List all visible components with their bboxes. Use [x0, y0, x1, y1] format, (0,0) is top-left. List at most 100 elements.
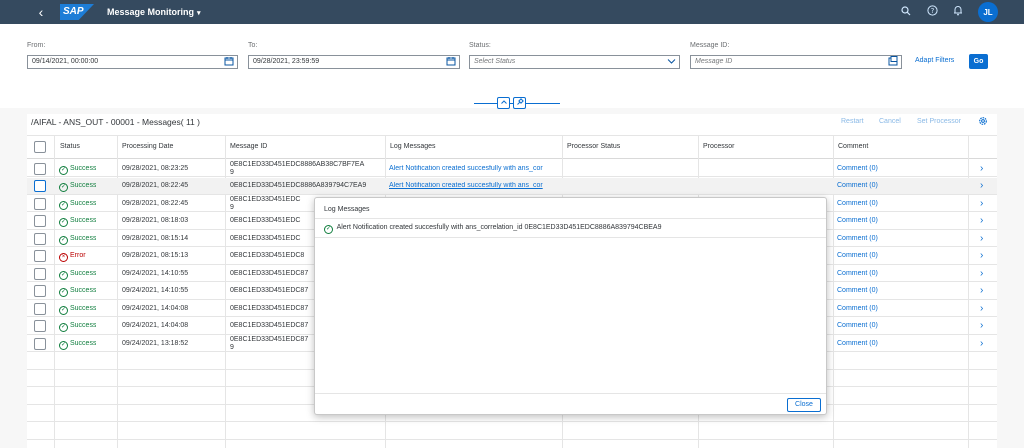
collapse-header-button[interactable]	[497, 97, 510, 109]
chevron-right-icon[interactable]: ›	[980, 234, 983, 244]
chevron-up-icon	[500, 100, 507, 104]
row-checkbox[interactable]	[34, 233, 46, 245]
row-checkbox[interactable]	[34, 163, 46, 175]
gear-icon[interactable]	[978, 116, 988, 129]
message-id-cell: 0E8C1ED33D451EDC	[230, 235, 301, 242]
comment-link[interactable]: Comment (0)	[837, 252, 878, 260]
value-help-icon[interactable]	[888, 56, 898, 70]
to-date-value: 09/28/2021, 23:59:59	[253, 58, 320, 65]
status-text: Success	[70, 270, 97, 277]
close-button[interactable]: Close	[787, 398, 821, 412]
status-text: Success	[70, 305, 97, 312]
comment-link[interactable]: Comment (0)	[837, 270, 878, 278]
pin-header-button[interactable]	[513, 97, 526, 109]
status-placeholder: Select Status	[474, 58, 516, 65]
comment-link[interactable]: Comment (0)	[837, 165, 878, 173]
status-cell: ✓ Success	[59, 182, 96, 192]
calendar-icon[interactable]	[446, 56, 456, 70]
cancel-button[interactable]: Cancel	[879, 118, 901, 125]
col-processing-date[interactable]: Processing Date	[118, 136, 173, 160]
comment-link[interactable]: Comment (0)	[837, 322, 878, 330]
row-checkbox[interactable]	[34, 285, 46, 297]
comment-link[interactable]: Comment (0)	[837, 235, 878, 243]
date-cell: 09/28/2021, 08:22:45	[122, 182, 189, 189]
from-label: From:	[27, 42, 46, 49]
row-checkbox[interactable]	[34, 180, 46, 192]
app-title-menu[interactable]: Message Monitoring ▾	[107, 7, 201, 17]
col-comment[interactable]: Comment	[834, 136, 868, 160]
comment-link[interactable]: Comment (0)	[837, 287, 878, 295]
chevron-right-icon[interactable]: ›	[980, 251, 983, 261]
status-cell: ✓ Success	[59, 322, 96, 332]
comment-link[interactable]: Comment (0)	[837, 305, 878, 313]
from-date-field[interactable]: 09/14/2021, 00:00:00	[27, 55, 238, 69]
select-all-checkbox[interactable]	[34, 141, 46, 153]
chevron-right-icon[interactable]: ›	[980, 216, 983, 226]
date-cell: 09/24/2021, 13:18:52	[122, 340, 189, 347]
row-checkbox[interactable]	[34, 215, 46, 227]
log-message-text: Alert Notification created succesfully w…	[336, 224, 662, 231]
message-id-cell: 0E8C1ED33D451EDC8	[230, 252, 305, 259]
col-message-id[interactable]: Message ID	[226, 136, 267, 160]
to-label: To:	[248, 42, 258, 49]
comment-link[interactable]: Comment (0)	[837, 200, 878, 208]
comment-link[interactable]: Comment (0)	[837, 182, 878, 190]
status-select[interactable]: Select Status	[469, 55, 680, 69]
chevron-right-icon[interactable]: ›	[980, 304, 983, 314]
row-checkbox[interactable]	[34, 320, 46, 332]
restart-button[interactable]: Restart	[841, 118, 864, 125]
chevron-right-icon[interactable]: ›	[980, 286, 983, 296]
divider	[315, 218, 826, 219]
date-cell: 09/24/2021, 14:10:55	[122, 270, 189, 277]
row-checkbox[interactable]	[34, 338, 46, 350]
row-checkbox[interactable]	[34, 303, 46, 315]
status-text: Success	[70, 182, 97, 189]
date-cell: 09/28/2021, 08:18:03	[122, 217, 189, 224]
to-date-field[interactable]: 09/28/2021, 23:59:59	[248, 55, 460, 69]
chevron-right-icon[interactable]: ›	[980, 181, 983, 191]
success-icon: ✓	[59, 288, 68, 297]
log-message-link[interactable]: Alert Notification created succesfully w…	[389, 182, 563, 190]
comment-link[interactable]: Comment (0)	[837, 217, 878, 225]
row-checkbox[interactable]	[34, 268, 46, 280]
back-button[interactable]: ‹	[30, 0, 52, 24]
row-checkbox[interactable]	[34, 198, 46, 210]
search-icon[interactable]	[900, 5, 912, 19]
set-processor-button[interactable]: Set Processor	[917, 118, 961, 125]
from-date-value: 09/14/2021, 00:00:00	[32, 58, 99, 65]
app-title: Message Monitoring	[107, 7, 195, 17]
message-id-input[interactable]: Message ID	[690, 55, 902, 69]
help-icon[interactable]: ?	[926, 5, 938, 19]
adapt-filters-button[interactable]: Adapt Filters	[915, 57, 954, 64]
log-messages-popover: Log Messages ✓ Alert Notification create…	[314, 197, 827, 415]
notification-icon[interactable]	[952, 5, 964, 19]
comment-link[interactable]: Comment (0)	[837, 340, 878, 348]
go-button[interactable]: Go	[969, 54, 988, 69]
col-processor[interactable]: Processor	[699, 136, 735, 160]
chevron-down-icon[interactable]	[667, 56, 676, 70]
success-icon: ✓	[59, 341, 68, 350]
col-log-messages[interactable]: Log Messages	[386, 136, 436, 160]
log-message-link[interactable]: Alert Notification created succesfully w…	[389, 165, 563, 173]
avatar[interactable]: JL	[978, 2, 998, 22]
row-checkbox[interactable]	[34, 250, 46, 262]
chevron-right-icon[interactable]: ›	[980, 164, 983, 174]
chevron-right-icon[interactable]: ›	[980, 199, 983, 209]
col-processor-status[interactable]: Processor Status	[563, 136, 620, 160]
popover-title: Log Messages	[324, 206, 370, 213]
calendar-icon[interactable]	[224, 56, 234, 70]
message-id-cell: 0E8C1ED33D451EDC87	[230, 270, 309, 277]
message-id-label: Message ID:	[690, 42, 730, 49]
chevron-right-icon[interactable]: ›	[980, 321, 983, 331]
message-id-line: 0E8C1ED33D451EDC87	[230, 336, 309, 343]
message-id-line: 0E8C1ED33D451EDC	[230, 196, 301, 203]
chevron-right-icon[interactable]: ›	[980, 339, 983, 349]
chevron-right-icon[interactable]: ›	[980, 269, 983, 279]
success-icon: ✓	[59, 236, 68, 245]
message-id-line: 9	[230, 344, 234, 351]
empty-row	[27, 423, 997, 440]
message-id-cell: 0E8C1ED33D451EDC87	[230, 287, 309, 294]
col-status[interactable]: Status	[56, 136, 80, 160]
shell-actions: ? JL	[900, 0, 998, 24]
shell-bar: ‹ SAP Message Monitoring ▾ ? JL	[0, 0, 1024, 24]
